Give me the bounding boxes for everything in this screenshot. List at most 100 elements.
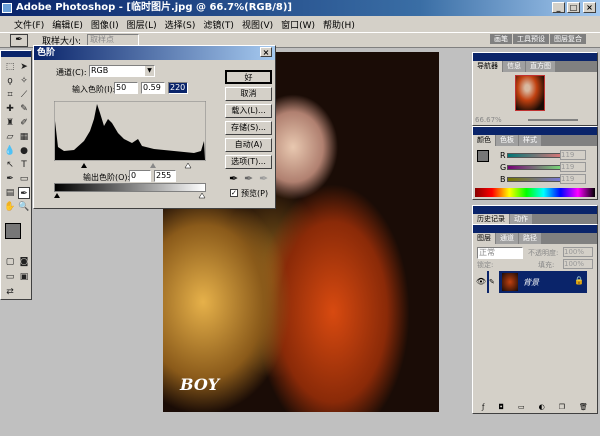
photoshop-icon xyxy=(2,3,12,13)
channel-select[interactable]: RGB ▼ xyxy=(89,65,155,77)
output-sliders[interactable] xyxy=(54,192,206,199)
color-ramp[interactable] xyxy=(475,188,595,197)
gamma-slider[interactable] xyxy=(150,163,156,168)
gray-eyedropper-icon[interactable]: ✒ xyxy=(244,172,253,185)
move-tool-icon[interactable]: ➤ xyxy=(18,61,30,73)
hand-tool-icon[interactable]: ✋ xyxy=(4,201,16,213)
menu-select[interactable]: 选择(S) xyxy=(165,18,196,31)
tab-swatches[interactable]: 色板 xyxy=(496,135,518,146)
cancel-button[interactable]: 取消 xyxy=(225,87,272,101)
tab-paths[interactable]: 路径 xyxy=(519,233,541,244)
shape-tool-icon[interactable]: ▭ xyxy=(18,173,30,185)
lasso-tool-icon[interactable]: ϙ xyxy=(4,75,16,87)
white-point-slider[interactable] xyxy=(184,162,192,169)
tab-channels[interactable]: 通道 xyxy=(496,233,518,244)
menu-file[interactable]: 文件(F) xyxy=(14,18,44,31)
opacity-field[interactable]: 100% xyxy=(563,247,593,257)
tab-color[interactable]: 颜色 xyxy=(473,135,495,146)
foreground-color-swatch[interactable] xyxy=(5,223,21,239)
output-black-slider[interactable] xyxy=(54,193,60,198)
white-eyedropper-icon[interactable]: ✒ xyxy=(259,172,268,185)
maximize-button[interactable]: □ xyxy=(567,2,580,13)
eraser-tool-icon[interactable]: ▱ xyxy=(4,131,16,143)
black-point-slider[interactable] xyxy=(81,163,87,168)
fill-field[interactable]: 100% xyxy=(563,259,593,269)
eyedropper-tool-icon[interactable]: ✒ xyxy=(18,187,30,199)
well-tab-brushes[interactable]: 画笔 xyxy=(490,34,512,44)
history-brush-icon[interactable]: ✐ xyxy=(18,117,30,129)
g-field[interactable]: 119 xyxy=(560,162,586,172)
navigator-zoom-slider[interactable] xyxy=(528,119,578,121)
brush-tool-icon[interactable]: ✎ xyxy=(18,103,30,115)
mask-icon[interactable]: ◘ xyxy=(498,403,504,413)
marquee-tool-icon[interactable]: ⬚ xyxy=(4,61,16,73)
well-tab-layer-comps[interactable]: 图层复合 xyxy=(550,34,586,44)
full-screen-icon[interactable]: ▣ xyxy=(18,271,30,283)
menu-window[interactable]: 窗口(W) xyxy=(281,18,315,31)
auto-button[interactable]: 自动(A) xyxy=(225,138,272,152)
well-tab-tool-presets[interactable]: 工具预设 xyxy=(513,34,549,44)
clone-stamp-icon[interactable]: ♜ xyxy=(4,117,16,129)
trash-icon[interactable]: 🗑 xyxy=(579,403,588,413)
crop-tool-icon[interactable]: ⌗ xyxy=(4,89,16,101)
ok-button[interactable]: 好 xyxy=(225,70,272,84)
eye-icon[interactable]: 👁 xyxy=(475,271,487,293)
tab-info[interactable]: 信息 xyxy=(503,61,525,72)
menu-view[interactable]: 视图(V) xyxy=(242,18,273,31)
screen-mode-icon[interactable]: ▭ xyxy=(4,271,16,283)
dialog-title: 色阶 xyxy=(37,48,56,58)
gradient-tool-icon[interactable]: ▦ xyxy=(18,131,30,143)
lock-icon: 🔒 xyxy=(574,276,584,285)
close-button[interactable]: × xyxy=(583,2,596,13)
save-button[interactable]: 存储(S)... xyxy=(225,121,272,135)
color-foreground-swatch[interactable] xyxy=(477,150,489,162)
eyedropper-preset-icon[interactable]: ✒ xyxy=(10,33,28,47)
load-button[interactable]: 载入(L)... xyxy=(225,104,272,118)
input-gamma-field[interactable]: 0.59 xyxy=(141,82,165,94)
input-white-field[interactable]: 220 xyxy=(168,82,188,94)
black-eyedropper-icon[interactable]: ✒ xyxy=(229,172,238,185)
tab-histogram[interactable]: 直方图 xyxy=(526,61,555,72)
pen-tool-icon[interactable]: ✒ xyxy=(4,173,16,185)
adjustment-layer-icon[interactable]: ◐ xyxy=(539,403,545,413)
dodge-tool-icon[interactable]: ● xyxy=(18,145,30,157)
brush-link-icon[interactable]: ✎ xyxy=(489,271,499,293)
new-set-icon[interactable]: ▭ xyxy=(518,403,525,413)
menu-edit[interactable]: 编辑(E) xyxy=(52,18,83,31)
slice-tool-icon[interactable]: ⟋ xyxy=(18,89,30,101)
output-black-field[interactable]: 0 xyxy=(129,170,151,182)
zoom-tool-icon[interactable]: 🔍 xyxy=(18,201,30,213)
menu-image[interactable]: 图像(I) xyxy=(91,18,119,31)
jump-to-imageready-icon[interactable]: ⇄ xyxy=(4,286,16,298)
tab-styles[interactable]: 样式 xyxy=(519,135,541,146)
new-layer-icon[interactable]: ❐ xyxy=(559,403,565,413)
preview-checkbox[interactable]: ✓ xyxy=(230,189,238,197)
options-button[interactable]: 选项(T)... xyxy=(225,155,272,169)
navigator-thumbnail[interactable] xyxy=(515,75,545,111)
tab-layers[interactable]: 图层 xyxy=(473,233,495,244)
blur-tool-icon[interactable]: 💧 xyxy=(4,145,16,157)
healing-brush-icon[interactable]: ✚ xyxy=(4,103,16,115)
b-field[interactable]: 119 xyxy=(560,174,586,184)
input-black-field[interactable]: 50 xyxy=(114,82,138,94)
notes-tool-icon[interactable]: ▤ xyxy=(4,187,16,199)
standard-mode-icon[interactable]: ▢ xyxy=(4,256,16,268)
magic-wand-icon[interactable]: ✧ xyxy=(18,75,30,87)
input-sliders[interactable] xyxy=(54,161,206,169)
tab-navigator[interactable]: 导航器 xyxy=(473,61,502,72)
output-white-slider[interactable] xyxy=(198,192,206,199)
dialog-close-button[interactable]: × xyxy=(260,47,272,57)
quick-mask-icon[interactable]: ◙ xyxy=(18,256,30,268)
navigator-zoom[interactable]: 66.67% xyxy=(475,116,502,124)
menu-help[interactable]: 帮助(H) xyxy=(323,18,355,31)
menu-layer[interactable]: 图层(L) xyxy=(127,18,157,31)
type-tool-icon[interactable]: T xyxy=(18,159,30,171)
minimize-button[interactable]: _ xyxy=(552,2,565,13)
menu-filter[interactable]: 滤镜(T) xyxy=(203,18,234,31)
layer-style-icon[interactable]: ƒ xyxy=(482,403,484,413)
path-select-icon[interactable]: ↖ xyxy=(4,159,16,171)
output-white-field[interactable]: 255 xyxy=(154,170,176,182)
layer-row-background[interactable]: 👁 ✎ 背景 🔒 xyxy=(475,271,587,293)
r-field[interactable]: 119 xyxy=(560,150,586,160)
blend-mode-select[interactable]: 正常 xyxy=(477,247,523,259)
